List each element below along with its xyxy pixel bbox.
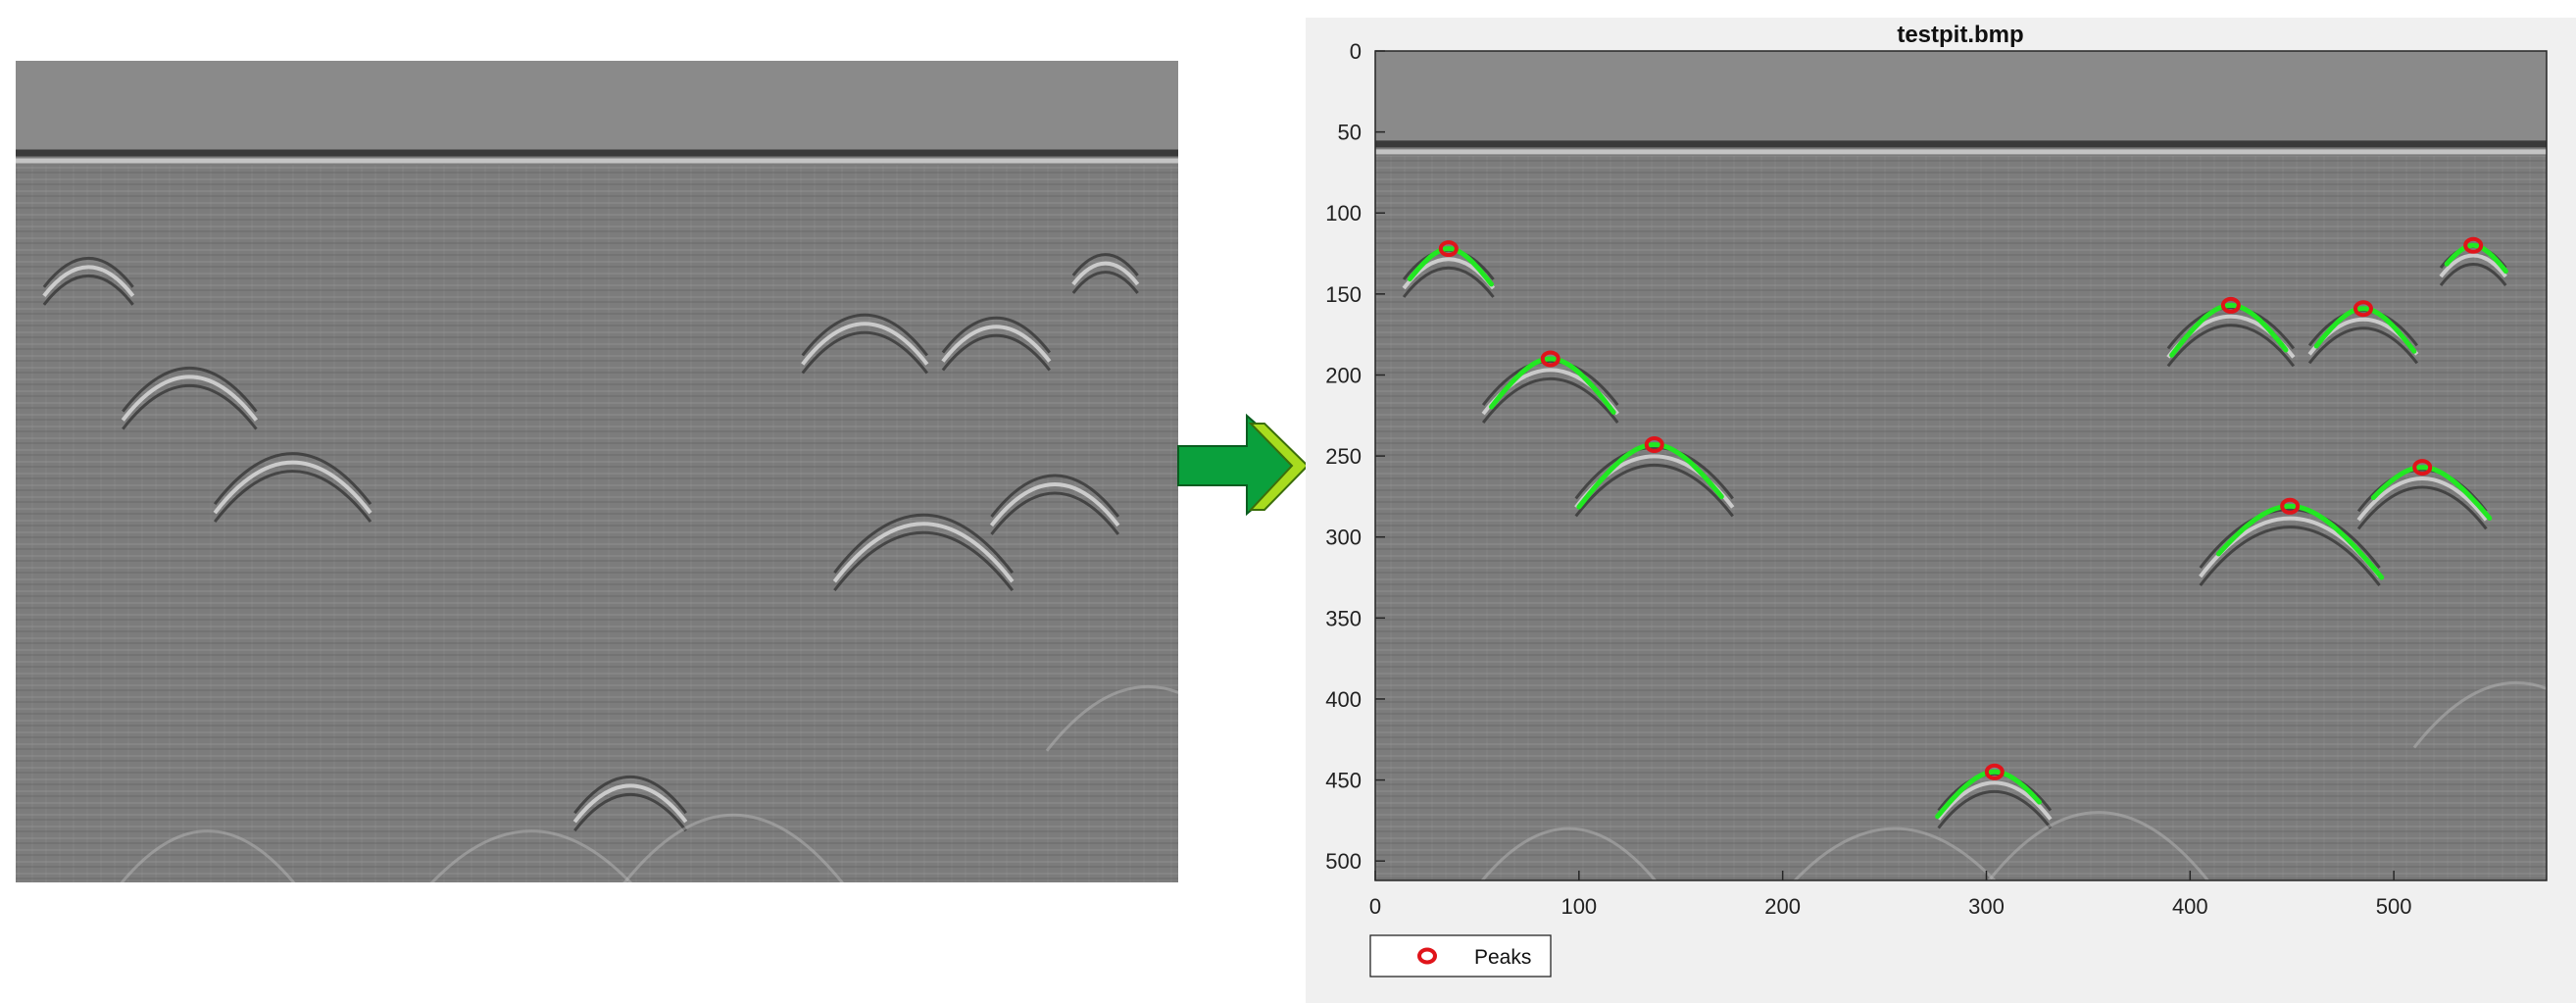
legend[interactable]: Peaks [1369, 934, 1552, 978]
surface-echo [1375, 149, 2547, 155]
background-arc [0, 960, 278, 1003]
surface-reflection [1375, 140, 2547, 148]
noise-texture [1375, 156, 2547, 880]
air-layer [1375, 51, 2547, 143]
air-layer [16, 61, 1178, 152]
x-tick-label: 200 [1764, 894, 1801, 919]
noise-texture [16, 165, 1178, 882]
y-tick-label: 150 [1325, 282, 1362, 307]
x-tick-label: 400 [2172, 894, 2208, 919]
x-tick-label: 300 [1968, 894, 2005, 919]
y-tick-label: 400 [1325, 687, 1362, 712]
y-tick-label: 250 [1325, 444, 1362, 469]
surface-reflection [16, 149, 1178, 157]
y-tick-label: 0 [1350, 39, 1362, 64]
original-radargram [0, 61, 1178, 1003]
x-tick-label: 500 [2376, 894, 2412, 919]
surface-echo [16, 158, 1178, 164]
y-tick-label: 500 [1325, 849, 1362, 874]
arrow-dark [1177, 413, 1306, 517]
processed-radargram [1375, 51, 2547, 880]
y-tick-label: 200 [1325, 363, 1362, 387]
y-tick-label: 350 [1325, 606, 1362, 630]
figure-canvas: 0 100 200 300 400 500 0 50 100 150 200 250 300 350 40… [0, 18, 2576, 1003]
x-tick-label: 0 [1369, 894, 1381, 919]
y-tick-label: 450 [1325, 769, 1362, 793]
legend-label: Peaks [1474, 946, 1531, 969]
y-tick-label: 50 [1338, 121, 1362, 145]
chart-title: testpit.bmp [1897, 22, 2023, 48]
transform-arrow-icon [1177, 413, 1310, 517]
y-tick-label: 300 [1325, 526, 1362, 550]
x-tick-label: 100 [1560, 894, 1597, 919]
y-tick-label: 100 [1325, 201, 1362, 226]
